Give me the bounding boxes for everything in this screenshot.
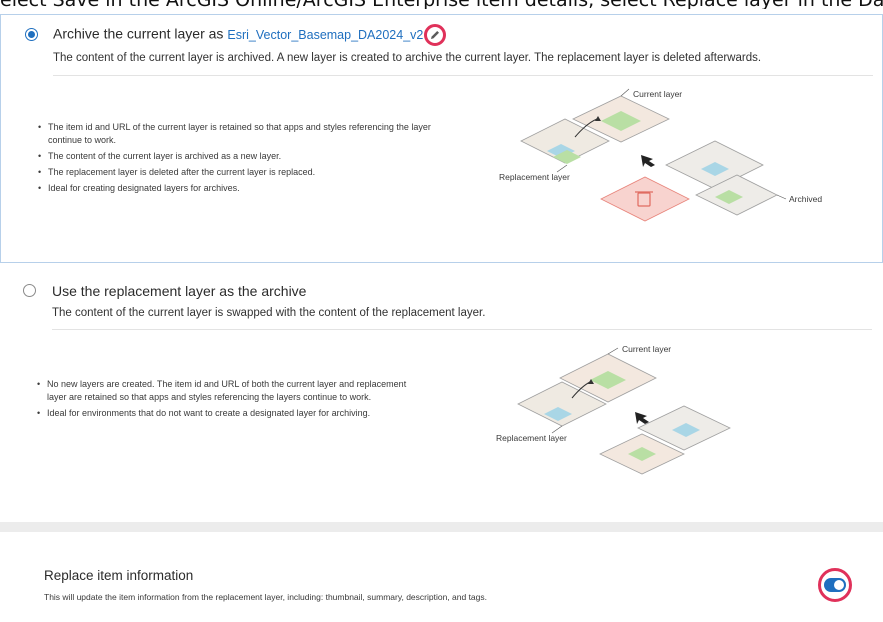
toggle-knob — [834, 580, 844, 590]
list-item: The item id and URL of the current layer… — [37, 121, 437, 147]
cutoff-instruction-text: elect Save in the ArcGIS Online/ArcGIS E… — [0, 0, 883, 9]
replacement-layer-label: Replacement layer — [499, 172, 570, 182]
divider — [52, 329, 872, 330]
archive-current-description: The content of the current layer is arch… — [53, 52, 762, 64]
list-item: No new layers are created. The item id a… — [36, 378, 426, 404]
replace-item-info-description: This will update the item information fr… — [44, 592, 487, 602]
replacement-archive-radio[interactable] — [23, 284, 36, 297]
replacement-archive-option: Use the replacement layer as the archive… — [0, 264, 883, 520]
list-item: The content of the current layer is arch… — [37, 150, 437, 163]
archive-diagram: Current layer Replacement layer Archived — [491, 79, 831, 249]
list-item: Ideal for creating designated layers for… — [37, 182, 437, 195]
replacement-archive-bullets: No new layers are created. The item id a… — [36, 378, 426, 423]
current-layer-label: Current layer — [622, 344, 672, 354]
archive-current-option: Archive the current layer as Esri_Vector_… — [0, 14, 883, 263]
archive-title-prefix: Archive the current layer as — [53, 25, 224, 42]
archive-current-bullets: The item id and URL of the current layer… — [37, 121, 437, 198]
section-separator — [0, 522, 883, 532]
archive-layer-name-link[interactable]: Esri_Vector_Basemap_DA2024_v2 — [227, 28, 423, 42]
archived-label: Archived — [789, 194, 823, 204]
replacement-archive-title: Use the replacement layer as the archive — [52, 283, 307, 299]
archive-current-title: Archive the current layer as Esri_Vector_… — [53, 24, 447, 46]
list-item: The replacement layer is deleted after t… — [37, 166, 437, 179]
divider — [53, 75, 873, 76]
pencil-icon — [431, 31, 440, 39]
current-layer-label: Current layer — [633, 89, 683, 99]
replace-item-info-toggle[interactable] — [824, 578, 846, 592]
replacement-layer-label: Replacement layer — [496, 433, 567, 443]
list-item: Ideal for environments that do not want … — [36, 407, 426, 420]
replace-item-info-section: Replace item information This will updat… — [0, 532, 883, 622]
archive-current-radio[interactable] — [25, 28, 38, 41]
replace-item-info-title: Replace item information — [44, 568, 194, 583]
replacement-diagram: Current layer Replacement layer — [490, 336, 810, 476]
edit-layer-name-button[interactable] — [424, 24, 447, 46]
replacement-archive-description: The content of the current layer is swap… — [52, 307, 486, 319]
